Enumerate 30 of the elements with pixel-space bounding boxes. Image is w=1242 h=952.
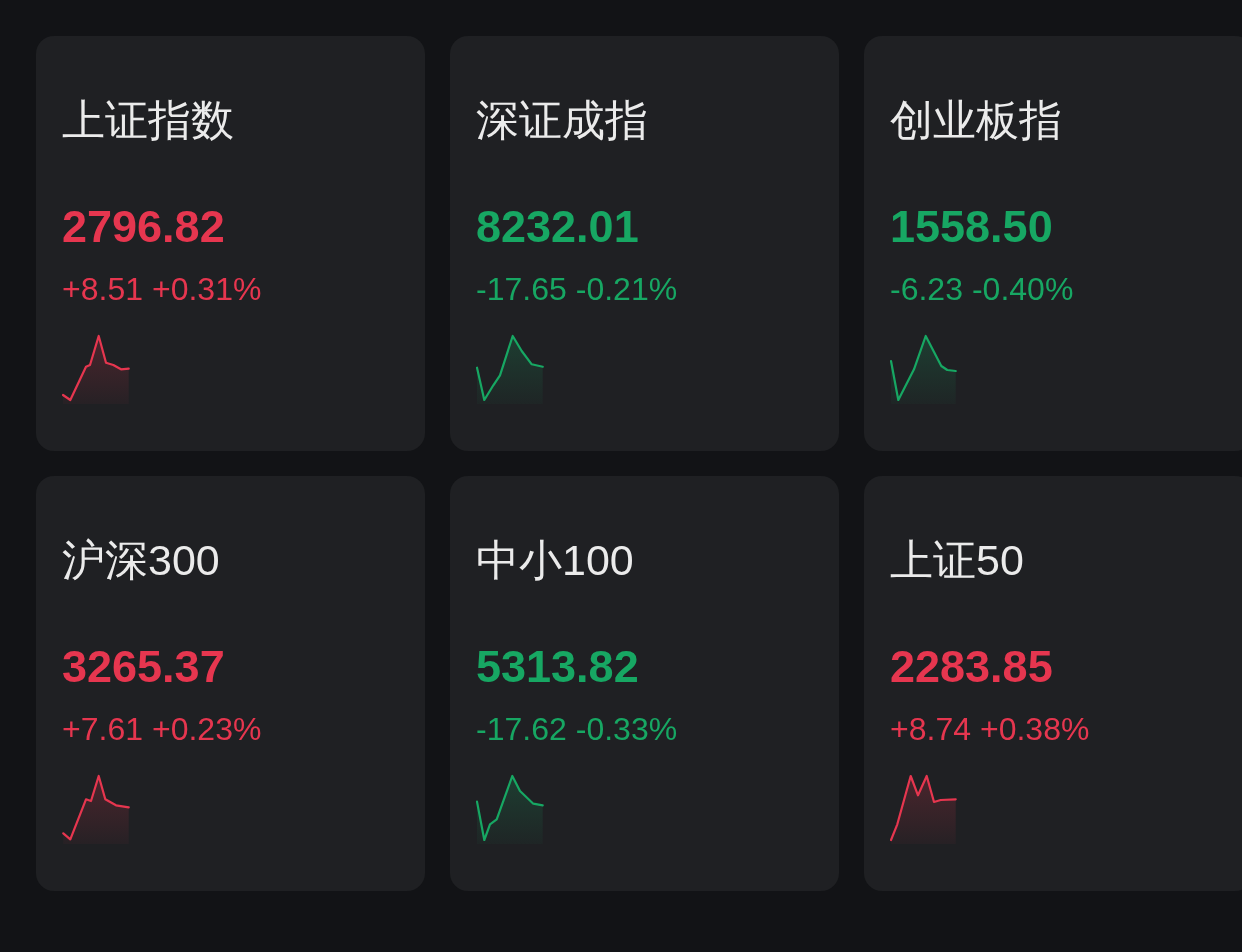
index-change: +8.74 xyxy=(890,711,971,748)
index-change-percent: -0.33% xyxy=(575,711,678,748)
index-value: 2283.85 xyxy=(890,641,1053,693)
index-change: +8.51 xyxy=(62,271,143,308)
index-change-percent: -0.40% xyxy=(971,271,1074,308)
index-card[interactable]: 深证成指 8232.01 -17.65 -0.21% xyxy=(450,36,839,451)
index-card[interactable]: 中小100 5313.82 -17.62 -0.33% xyxy=(450,476,839,891)
index-change-percent: +0.23% xyxy=(151,711,262,748)
index-change-percent: +0.31% xyxy=(151,271,262,308)
index-value: 1558.50 xyxy=(890,201,1053,253)
index-change: -17.65 xyxy=(476,271,567,308)
index-name: 创业板指 xyxy=(890,95,1062,145)
index-change: -17.62 xyxy=(476,711,567,748)
index-value: 2796.82 xyxy=(62,201,225,253)
index-value: 3265.37 xyxy=(62,641,225,693)
index-card[interactable]: 上证指数 2796.82 +8.51 +0.31% xyxy=(36,36,425,451)
index-change-percent: -0.21% xyxy=(575,271,678,308)
index-card[interactable]: 上证50 2283.85 +8.74 +0.38% xyxy=(864,476,1242,891)
index-name: 中小100 xyxy=(476,535,634,585)
index-value: 8232.01 xyxy=(476,201,639,253)
index-change: -6.23 xyxy=(890,271,963,308)
index-name: 上证50 xyxy=(890,535,1024,585)
index-name: 深证成指 xyxy=(476,95,648,145)
index-card[interactable]: 创业板指 1558.50 -6.23 -0.40% xyxy=(864,36,1242,451)
index-name: 上证指数 xyxy=(62,95,234,145)
index-change: +7.61 xyxy=(62,711,143,748)
index-change-percent: +0.38% xyxy=(979,711,1090,748)
index-name: 沪深300 xyxy=(62,535,220,585)
index-value: 5313.82 xyxy=(476,641,639,693)
index-card[interactable]: 沪深300 3265.37 +7.61 +0.23% xyxy=(36,476,425,891)
